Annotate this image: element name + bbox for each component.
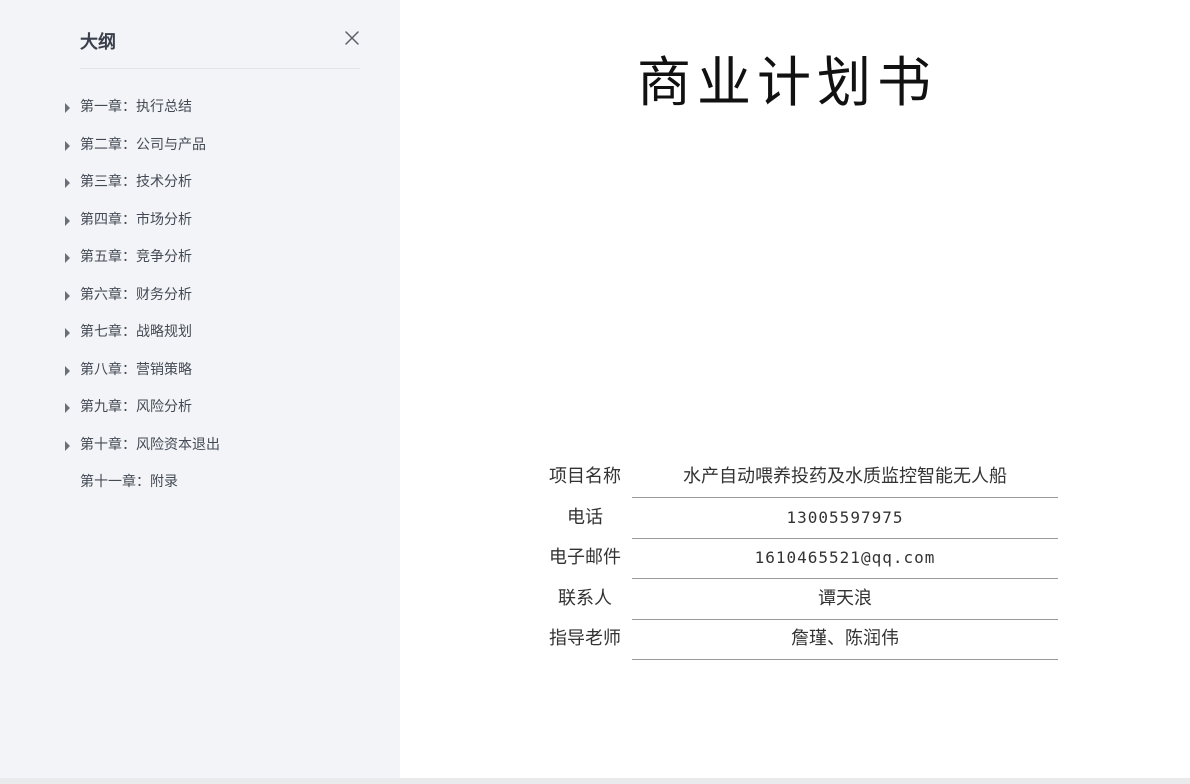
outline-item-label: 第十一章：附录 bbox=[80, 474, 178, 490]
outline-item-label: 第一章：执行总结 bbox=[80, 99, 192, 115]
outline-item-label: 第八章：营销策略 bbox=[80, 361, 192, 378]
caret-right-icon[interactable] bbox=[65, 328, 70, 338]
outline-item-chapter-6[interactable]: 第六章：财务分析 bbox=[0, 277, 400, 315]
outline-item-chapter-3[interactable]: 第三章：技术分析 bbox=[0, 164, 400, 202]
bottom-bar bbox=[0, 778, 1190, 784]
outline-item-label: 第七章：战略规划 bbox=[80, 324, 192, 340]
outline-item-label: 第十章：风险资本退出 bbox=[80, 436, 220, 453]
outline-item-label: 第二章：公司与产品 bbox=[80, 136, 206, 153]
info-label: 指导老师 bbox=[549, 628, 621, 649]
outline-item-chapter-8[interactable]: 第八章：营销策略 bbox=[0, 352, 400, 390]
outline-item-chapter-5[interactable]: 第五章：竞争分析 bbox=[0, 239, 400, 277]
outline-item-chapter-7[interactable]: 第七章：战略规划 bbox=[0, 314, 400, 352]
document-page: 商业计划书 项目名称 水产自动喂养投药及水质监控智能无人船 电话 1300559… bbox=[400, 0, 1190, 778]
outline-sidebar: 大纲 第一章：执行总结 第二章：公司与产品 第三章：技术分析 第四章：市场分析 … bbox=[0, 0, 400, 778]
outline-item-chapter-4[interactable]: 第四章：市场分析 bbox=[0, 202, 400, 240]
caret-right-icon[interactable] bbox=[65, 103, 70, 113]
outline-item-label: 第九章：风险分析 bbox=[80, 399, 192, 415]
outline-item-chapter-10[interactable]: 第十章：风险资本退出 bbox=[0, 427, 400, 465]
info-label: 联系人 bbox=[558, 587, 612, 609]
close-icon[interactable] bbox=[342, 28, 362, 48]
info-label: 电话 bbox=[567, 506, 603, 528]
info-value: 13005597975 bbox=[632, 498, 1058, 539]
outline-item-label: 第四章：市场分析 bbox=[80, 211, 192, 228]
info-label: 项目名称 bbox=[549, 466, 621, 487]
caret-right-icon[interactable] bbox=[65, 440, 70, 451]
info-value: 詹瑾、陈润伟 bbox=[632, 619, 1058, 660]
caret-right-icon[interactable] bbox=[65, 365, 70, 376]
info-value: 水产自动喂养投药及水质监控智能无人船 bbox=[632, 457, 1058, 498]
outline-item-label: 第五章：竞争分析 bbox=[80, 249, 192, 265]
caret-right-icon[interactable] bbox=[65, 178, 70, 188]
caret-right-icon[interactable] bbox=[65, 403, 70, 413]
info-label: 电子邮件 bbox=[549, 547, 621, 568]
outline-list: 第一章：执行总结 第二章：公司与产品 第三章：技术分析 第四章：市场分析 第五章… bbox=[0, 89, 400, 502]
outline-item-chapter-9[interactable]: 第九章：风险分析 bbox=[0, 389, 400, 427]
outline-item-chapter-1[interactable]: 第一章：执行总结 bbox=[0, 89, 400, 127]
caret-right-icon[interactable] bbox=[65, 140, 70, 151]
sidebar-title: 大纲 bbox=[80, 32, 116, 53]
caret-right-icon[interactable] bbox=[65, 253, 70, 263]
outline-item-chapter-11[interactable]: 第十一章：附录 bbox=[0, 464, 400, 502]
caret-right-icon[interactable] bbox=[65, 290, 70, 301]
sidebar-header: 大纲 bbox=[80, 22, 360, 69]
outline-item-chapter-2[interactable]: 第二章：公司与产品 bbox=[0, 127, 400, 165]
caret-right-icon[interactable] bbox=[65, 215, 70, 226]
app-window: 大纲 第一章：执行总结 第二章：公司与产品 第三章：技术分析 第四章：市场分析 … bbox=[0, 0, 1190, 784]
document-title: 商业计划书 bbox=[637, 51, 937, 114]
info-value: 1610465521@qq.com bbox=[632, 538, 1058, 579]
outline-item-label: 第六章：财务分析 bbox=[80, 286, 192, 303]
info-value: 谭天浪 bbox=[632, 579, 1058, 620]
outline-item-label: 第三章：技术分析 bbox=[80, 174, 192, 190]
